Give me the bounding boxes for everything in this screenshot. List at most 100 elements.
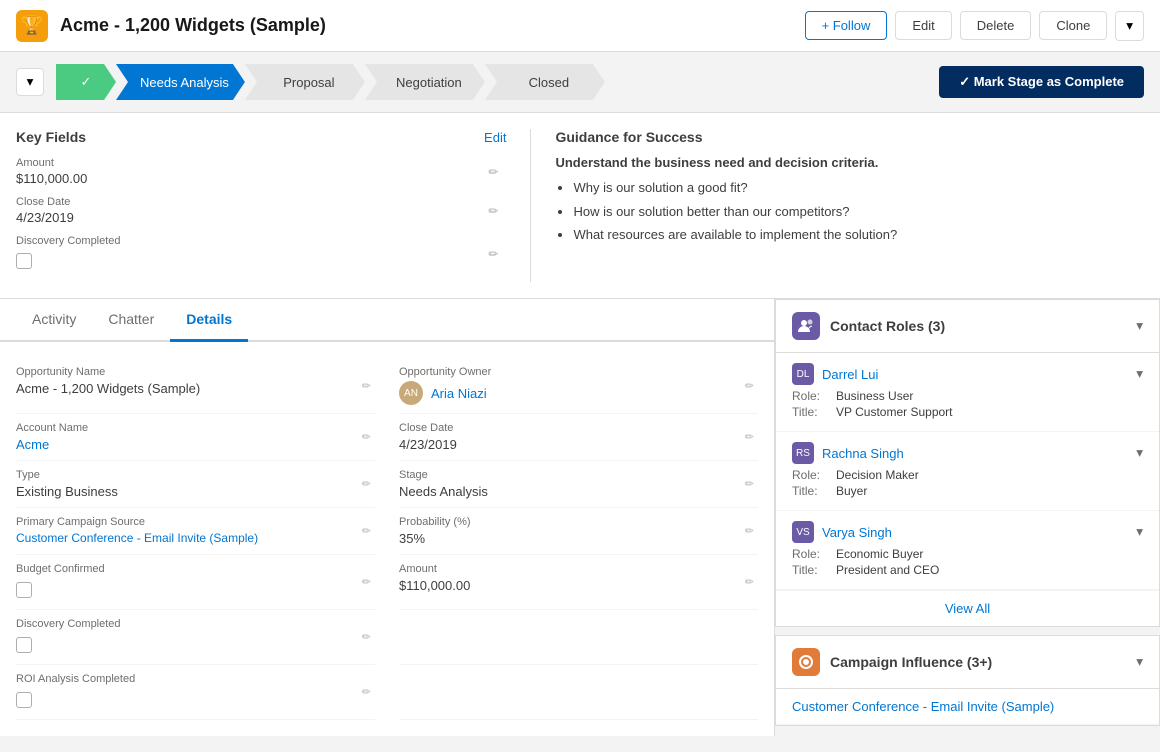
- discovery-detail-checkbox[interactable]: [16, 637, 32, 653]
- view-all-contacts-link[interactable]: View All: [776, 590, 1159, 626]
- edit-button[interactable]: Edit: [895, 11, 951, 40]
- stage-step-proposal[interactable]: Proposal: [245, 64, 365, 100]
- contact-roles-card: Contact Roles (3) ▾ DL Darrel Lui ▾ Role…: [775, 299, 1160, 627]
- guidance-intro: Understand the business need and decisio…: [555, 155, 1144, 170]
- stage-step-completed[interactable]: ✓: [56, 64, 116, 100]
- detail-field-account-name: Account Name Acme ✏: [16, 414, 375, 461]
- owner-avatar: AN: [399, 381, 423, 405]
- contact-darrel-name[interactable]: Darrel Lui: [822, 367, 878, 382]
- contact-item-darrel: DL Darrel Lui ▾ Role: Business User Titl…: [776, 353, 1159, 432]
- contact-item-rachna: RS Rachna Singh ▾ Role: Decision Maker T…: [776, 432, 1159, 511]
- stage-collapse-button[interactable]: ▾: [16, 68, 44, 96]
- stages-container: ✓ Needs Analysis Proposal Negotiation Cl…: [56, 64, 923, 100]
- stage-step-closed[interactable]: Closed: [485, 64, 605, 100]
- contact-darrel-header: DL Darrel Lui ▾: [792, 363, 1143, 385]
- discovery-detail-edit-icon[interactable]: ✏: [362, 631, 371, 644]
- close-date-edit-icon[interactable]: ✏: [488, 204, 498, 218]
- key-fields-edit-link[interactable]: Edit: [484, 130, 506, 145]
- account-edit-icon[interactable]: ✏: [362, 431, 371, 444]
- contact-rachna-role: Role: Decision Maker: [792, 468, 1143, 482]
- campaign-influence-collapse-button[interactable]: ▾: [1136, 654, 1143, 670]
- owner-field: AN Aria Niazi: [399, 381, 758, 405]
- close-date-field: Close Date 4/23/2019 ✏: [16, 196, 506, 225]
- detail-field-type: Type Existing Business ✏: [16, 461, 375, 508]
- amount-field: Amount $110,000.00 ✏: [16, 157, 506, 186]
- guidance-list: Why is our solution a good fit? How is o…: [555, 178, 1144, 245]
- stage-bar: ▾ ✓ Needs Analysis Proposal Negotiation …: [0, 52, 1160, 113]
- contact-varya-avatar: VS: [792, 521, 814, 543]
- contact-varya-title: Title: President and CEO: [792, 563, 1143, 577]
- stage-step-negotiation[interactable]: Negotiation: [365, 64, 485, 100]
- detail-field-discovery: Discovery Completed ✏: [16, 610, 375, 665]
- tab-chatter[interactable]: Chatter: [92, 299, 170, 342]
- campaign-source-edit-icon[interactable]: ✏: [362, 525, 371, 538]
- tab-activity[interactable]: Activity: [16, 299, 92, 342]
- detail-field-stage: Stage Needs Analysis ✏: [399, 461, 758, 508]
- contact-rachna-avatar: RS: [792, 442, 814, 464]
- opp-name-edit-icon[interactable]: ✏: [362, 379, 371, 392]
- budget-confirmed-checkbox[interactable]: [16, 582, 32, 598]
- tab-details[interactable]: Details: [170, 299, 248, 342]
- owner-name[interactable]: Aria Niazi: [431, 386, 487, 401]
- campaign-source-value[interactable]: Customer Conference - Email Invite (Samp…: [16, 531, 375, 545]
- clone-button[interactable]: Clone: [1039, 11, 1107, 40]
- campaign-item: Customer Conference - Email Invite (Samp…: [776, 689, 1159, 725]
- more-actions-button[interactable]: ▾: [1115, 11, 1144, 41]
- guidance-bullet-2: How is our solution better than our comp…: [573, 202, 1144, 222]
- mark-complete-button[interactable]: ✓ Mark Stage as Complete: [939, 66, 1144, 98]
- contact-item-varya: VS Varya Singh ▾ Role: Economic Buyer Ti…: [776, 511, 1159, 590]
- stage-step-needs-analysis[interactable]: Needs Analysis: [116, 64, 245, 100]
- lower-section: Activity Chatter Details Opportunity Nam…: [0, 299, 1160, 736]
- owner-edit-icon[interactable]: ✏: [745, 379, 754, 392]
- amount-edit-icon[interactable]: ✏: [488, 165, 498, 179]
- right-sidebar: Contact Roles (3) ▾ DL Darrel Lui ▾ Role…: [775, 299, 1160, 736]
- tabs-bar: Activity Chatter Details: [0, 299, 774, 342]
- contact-varya-role: Role: Economic Buyer: [792, 547, 1143, 561]
- key-fields-section: Key Fields Edit Amount $110,000.00 ✏ Clo…: [16, 129, 506, 282]
- discovery-edit-icon[interactable]: ✏: [488, 247, 498, 261]
- detail-field-roi: ROI Analysis Completed ✏: [16, 665, 375, 720]
- budget-edit-icon[interactable]: ✏: [362, 576, 371, 589]
- contact-roles-collapse-button[interactable]: ▾: [1136, 318, 1143, 334]
- contact-varya-name[interactable]: Varya Singh: [822, 525, 892, 540]
- guidance-bullet-3: What resources are available to implemen…: [573, 225, 1144, 245]
- contact-roles-header: Contact Roles (3) ▾: [776, 300, 1159, 353]
- contact-roles-icon: [792, 312, 820, 340]
- guidance-bullet-1: Why is our solution a good fit?: [573, 178, 1144, 198]
- contact-darrel-avatar: DL: [792, 363, 814, 385]
- close-date-detail-edit-icon[interactable]: ✏: [745, 431, 754, 444]
- discovery-checkbox[interactable]: [16, 253, 32, 269]
- follow-button[interactable]: + Follow: [805, 11, 888, 40]
- probability-edit-icon[interactable]: ✏: [745, 525, 754, 538]
- page-header: 🏆 Acme - 1,200 Widgets (Sample) + Follow…: [0, 0, 1160, 52]
- campaign-influence-header: Campaign Influence (3+) ▾: [776, 636, 1159, 689]
- delete-button[interactable]: Delete: [960, 11, 1032, 40]
- details-panel: Activity Chatter Details Opportunity Nam…: [0, 299, 775, 736]
- detail-field-budget-confirmed: Budget Confirmed ✏: [16, 555, 375, 610]
- section-divider: [530, 129, 531, 282]
- guidance-section: Guidance for Success Understand the busi…: [555, 129, 1144, 282]
- top-section: Key Fields Edit Amount $110,000.00 ✏ Clo…: [0, 113, 1160, 299]
- detail-field-probability: Probability (%) 35% ✏: [399, 508, 758, 555]
- account-name-value[interactable]: Acme: [16, 437, 375, 452]
- stage-edit-icon[interactable]: ✏: [745, 478, 754, 491]
- campaign-influence-title: Campaign Influence (3+): [830, 654, 1126, 670]
- detail-field-amount: Amount $110,000.00 ✏: [399, 555, 758, 610]
- amount-detail-edit-icon[interactable]: ✏: [745, 576, 754, 589]
- contact-darrel-chevron[interactable]: ▾: [1136, 366, 1143, 382]
- contact-roles-title: Contact Roles (3): [830, 318, 1126, 334]
- details-grid: Opportunity Name Acme - 1,200 Widgets (S…: [16, 358, 758, 720]
- contact-rachna-header: RS Rachna Singh ▾: [792, 442, 1143, 464]
- type-edit-icon[interactable]: ✏: [362, 478, 371, 491]
- contact-varya-chevron[interactable]: ▾: [1136, 524, 1143, 540]
- contact-rachna-name[interactable]: Rachna Singh: [822, 446, 904, 461]
- roi-edit-icon[interactable]: ✏: [362, 686, 371, 699]
- contact-rachna-chevron[interactable]: ▾: [1136, 445, 1143, 461]
- key-fields-title: Key Fields: [16, 129, 86, 145]
- campaign-influence-card: Campaign Influence (3+) ▾ Customer Confe…: [775, 635, 1160, 726]
- detail-field-campaign-source: Primary Campaign Source Customer Confere…: [16, 508, 375, 555]
- roi-checkbox[interactable]: [16, 692, 32, 708]
- details-content: Opportunity Name Acme - 1,200 Widgets (S…: [0, 342, 774, 736]
- campaign-item-link[interactable]: Customer Conference - Email Invite (Samp…: [792, 699, 1054, 714]
- contact-rachna-title: Title: Buyer: [792, 484, 1143, 498]
